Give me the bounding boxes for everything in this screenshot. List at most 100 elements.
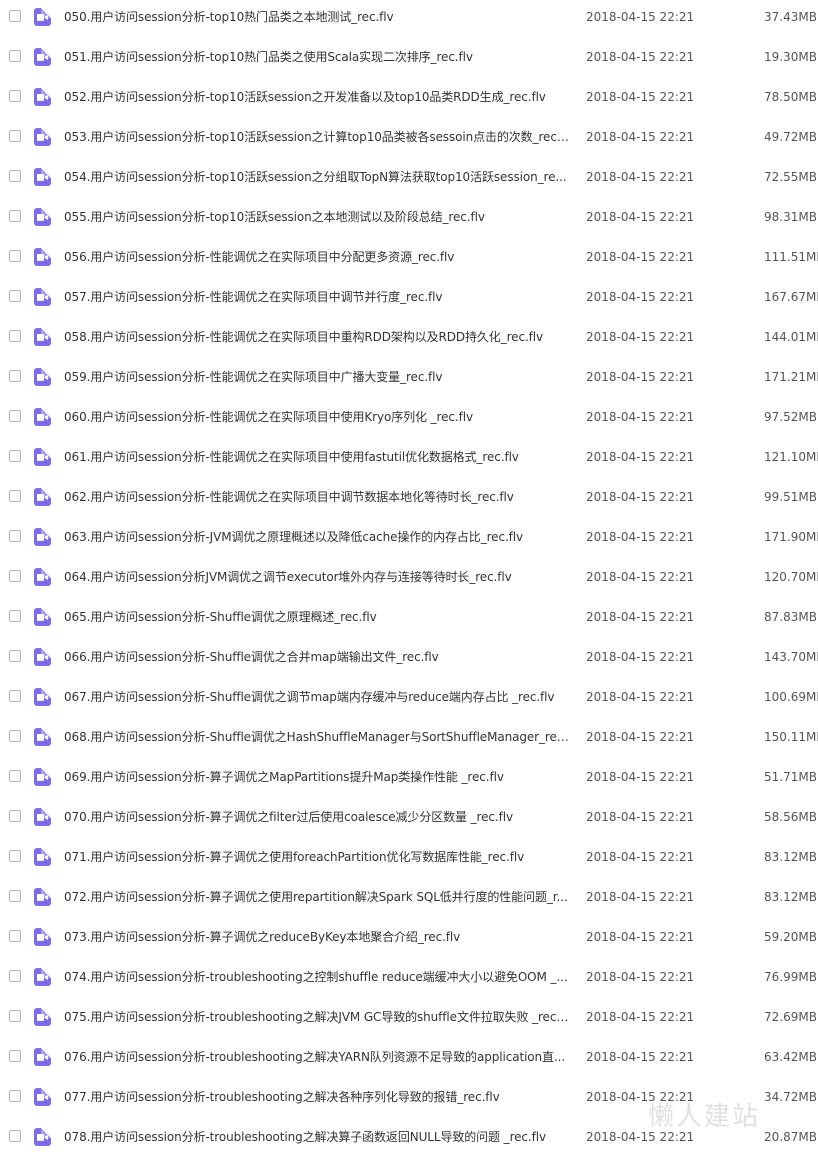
file-row[interactable]: 062.用户访问session分析-性能调优之在实际项目中调节数据本地化等待时长…: [0, 477, 818, 517]
file-name[interactable]: 076.用户访问session分析-troubleshooting之解决YARN…: [64, 1037, 570, 1077]
select-checkbox[interactable]: [9, 130, 21, 142]
file-name[interactable]: 062.用户访问session分析-性能调优之在实际项目中调节数据本地化等待时长…: [64, 477, 570, 517]
video-file-icon: [34, 688, 51, 706]
select-checkbox[interactable]: [9, 250, 21, 262]
file-row[interactable]: 063.用户访问session分析-JVM调优之原理概述以及降低cache操作的…: [0, 517, 818, 557]
file-name[interactable]: 057.用户访问session分析-性能调优之在实际项目中调节并行度_rec.f…: [64, 277, 570, 317]
select-checkbox[interactable]: [9, 610, 21, 622]
select-checkbox[interactable]: [9, 890, 21, 902]
file-row[interactable]: 074.用户访问session分析-troubleshooting之控制shuf…: [0, 957, 818, 997]
file-name[interactable]: 063.用户访问session分析-JVM调优之原理概述以及降低cache操作的…: [64, 517, 570, 557]
file-row[interactable]: 075.用户访问session分析-troubleshooting之解决JVM …: [0, 997, 818, 1037]
file-size: 171.21MB: [764, 370, 818, 384]
file-row[interactable]: 076.用户访问session分析-troubleshooting之解决YARN…: [0, 1037, 818, 1077]
file-size: 34.72MB: [764, 1090, 817, 1104]
file-row[interactable]: 060.用户访问session分析-性能调优之在实际项目中使用Kryo序列化 _…: [0, 397, 818, 437]
file-size: 49.72MB: [764, 130, 817, 144]
file-row[interactable]: 073.用户访问session分析-算子调优之reduceByKey本地聚合介绍…: [0, 917, 818, 957]
file-name[interactable]: 058.用户访问session分析-性能调优之在实际项目中重构RDD架构以及RD…: [64, 317, 570, 357]
file-name[interactable]: 056.用户访问session分析-性能调优之在实际项目中分配更多资源_rec.…: [64, 237, 570, 277]
file-name[interactable]: 059.用户访问session分析-性能调优之在实际项目中广播大变量_rec.f…: [64, 357, 570, 397]
select-checkbox[interactable]: [9, 1090, 21, 1102]
file-row[interactable]: 061.用户访问session分析-性能调优之在实际项目中使用fastutil优…: [0, 437, 818, 477]
select-checkbox[interactable]: [9, 370, 21, 382]
select-checkbox[interactable]: [9, 530, 21, 542]
select-checkbox[interactable]: [9, 1130, 21, 1142]
select-checkbox[interactable]: [9, 650, 21, 662]
file-row[interactable]: 071.用户访问session分析-算子调优之使用foreachPartitio…: [0, 837, 818, 877]
file-name[interactable]: 064.用户访问session分析JVM调优之调节executor堆外内存与连接…: [64, 557, 570, 597]
video-file-icon: [34, 528, 51, 546]
file-name[interactable]: 072.用户访问session分析-算子调优之使用repartition解决Sp…: [64, 877, 570, 917]
file-name[interactable]: 061.用户访问session分析-性能调优之在实际项目中使用fastutil优…: [64, 437, 570, 477]
select-checkbox[interactable]: [9, 930, 21, 942]
file-name[interactable]: 071.用户访问session分析-算子调优之使用foreachPartitio…: [64, 837, 570, 877]
file-name[interactable]: 078.用户访问session分析-troubleshooting之解决算子函数…: [64, 1117, 570, 1157]
file-name[interactable]: 050.用户访问session分析-top10热门品类之本地测试_rec.flv: [64, 0, 570, 37]
select-checkbox[interactable]: [9, 290, 21, 302]
select-checkbox[interactable]: [9, 730, 21, 742]
select-checkbox[interactable]: [9, 450, 21, 462]
file-row[interactable]: 055.用户访问session分析-top10活跃session之本地测试以及阶…: [0, 197, 818, 237]
file-name[interactable]: 051.用户访问session分析-top10热门品类之使用Scala实现二次排…: [64, 37, 570, 77]
file-name[interactable]: 052.用户访问session分析-top10活跃session之开发准备以及t…: [64, 77, 570, 117]
select-checkbox[interactable]: [9, 850, 21, 862]
select-checkbox[interactable]: [9, 1010, 21, 1022]
file-row[interactable]: 070.用户访问session分析-算子调优之filter过后使用coalesc…: [0, 797, 818, 837]
select-checkbox[interactable]: [9, 570, 21, 582]
file-name[interactable]: 055.用户访问session分析-top10活跃session之本地测试以及阶…: [64, 197, 570, 237]
file-row[interactable]: 058.用户访问session分析-性能调优之在实际项目中重构RDD架构以及RD…: [0, 317, 818, 357]
video-file-icon: [34, 128, 51, 146]
file-name[interactable]: 069.用户访问session分析-算子调优之MapPartitions提升Ma…: [64, 757, 570, 797]
file-row[interactable]: 069.用户访问session分析-算子调优之MapPartitions提升Ma…: [0, 757, 818, 797]
file-name[interactable]: 068.用户访问session分析-Shuffle调优之HashShuffleM…: [64, 717, 570, 757]
file-name[interactable]: 077.用户访问session分析-troubleshooting之解决各种序列…: [64, 1077, 570, 1117]
select-checkbox[interactable]: [9, 10, 21, 22]
file-row[interactable]: 053.用户访问session分析-top10活跃session之计算top10…: [0, 117, 818, 157]
file-name[interactable]: 073.用户访问session分析-算子调优之reduceByKey本地聚合介绍…: [64, 917, 570, 957]
select-checkbox[interactable]: [9, 330, 21, 342]
file-row[interactable]: 056.用户访问session分析-性能调优之在实际项目中分配更多资源_rec.…: [0, 237, 818, 277]
select-checkbox[interactable]: [9, 210, 21, 222]
file-date: 2018-04-15 22:21: [586, 10, 695, 24]
file-row[interactable]: 067.用户访问session分析-Shuffle调优之调节map端内存缓冲与r…: [0, 677, 818, 717]
file-size: 143.70MB: [764, 650, 818, 664]
file-name[interactable]: 066.用户访问session分析-Shuffle调优之合并map端输出文件_r…: [64, 637, 570, 677]
video-file-icon: [34, 208, 51, 226]
file-name[interactable]: 070.用户访问session分析-算子调优之filter过后使用coalesc…: [64, 797, 570, 837]
file-row[interactable]: 066.用户访问session分析-Shuffle调优之合并map端输出文件_r…: [0, 637, 818, 677]
file-name[interactable]: 065.用户访问session分析-Shuffle调优之原理概述_rec.flv: [64, 597, 570, 637]
file-row[interactable]: 057.用户访问session分析-性能调优之在实际项目中调节并行度_rec.f…: [0, 277, 818, 317]
file-date: 2018-04-15 22:21: [586, 850, 695, 864]
file-name[interactable]: 054.用户访问session分析-top10活跃session之分组取TopN…: [64, 157, 570, 197]
file-name[interactable]: 067.用户访问session分析-Shuffle调优之调节map端内存缓冲与r…: [64, 677, 570, 717]
file-name[interactable]: 060.用户访问session分析-性能调优之在实际项目中使用Kryo序列化 _…: [64, 397, 570, 437]
video-file-icon: [34, 168, 51, 186]
file-name[interactable]: 074.用户访问session分析-troubleshooting之控制shuf…: [64, 957, 570, 997]
file-row[interactable]: 050.用户访问session分析-top10热门品类之本地测试_rec.flv…: [0, 0, 818, 37]
select-checkbox[interactable]: [9, 810, 21, 822]
select-checkbox[interactable]: [9, 690, 21, 702]
file-row[interactable]: 059.用户访问session分析-性能调优之在实际项目中广播大变量_rec.f…: [0, 357, 818, 397]
file-row[interactable]: 052.用户访问session分析-top10活跃session之开发准备以及t…: [0, 77, 818, 117]
file-row[interactable]: 051.用户访问session分析-top10热门品类之使用Scala实现二次排…: [0, 37, 818, 77]
select-checkbox[interactable]: [9, 1050, 21, 1062]
select-checkbox[interactable]: [9, 50, 21, 62]
file-row[interactable]: 068.用户访问session分析-Shuffle调优之HashShuffleM…: [0, 717, 818, 757]
file-row[interactable]: 072.用户访问session分析-算子调优之使用repartition解决Sp…: [0, 877, 818, 917]
file-row[interactable]: 054.用户访问session分析-top10活跃session之分组取TopN…: [0, 157, 818, 197]
select-checkbox[interactable]: [9, 770, 21, 782]
file-row[interactable]: 065.用户访问session分析-Shuffle调优之原理概述_rec.flv…: [0, 597, 818, 637]
select-checkbox[interactable]: [9, 170, 21, 182]
select-checkbox[interactable]: [9, 90, 21, 102]
file-date: 2018-04-15 22:21: [586, 890, 695, 904]
select-checkbox[interactable]: [9, 490, 21, 502]
file-size: 59.20MB: [764, 930, 817, 944]
select-checkbox[interactable]: [9, 970, 21, 982]
file-name[interactable]: 075.用户访问session分析-troubleshooting之解决JVM …: [64, 997, 570, 1037]
select-checkbox[interactable]: [9, 410, 21, 422]
file-row[interactable]: 064.用户访问session分析JVM调优之调节executor堆外内存与连接…: [0, 557, 818, 597]
file-name[interactable]: 053.用户访问session分析-top10活跃session之计算top10…: [64, 117, 570, 157]
file-size: 78.50MB: [764, 90, 817, 104]
video-file-icon: [34, 768, 51, 786]
